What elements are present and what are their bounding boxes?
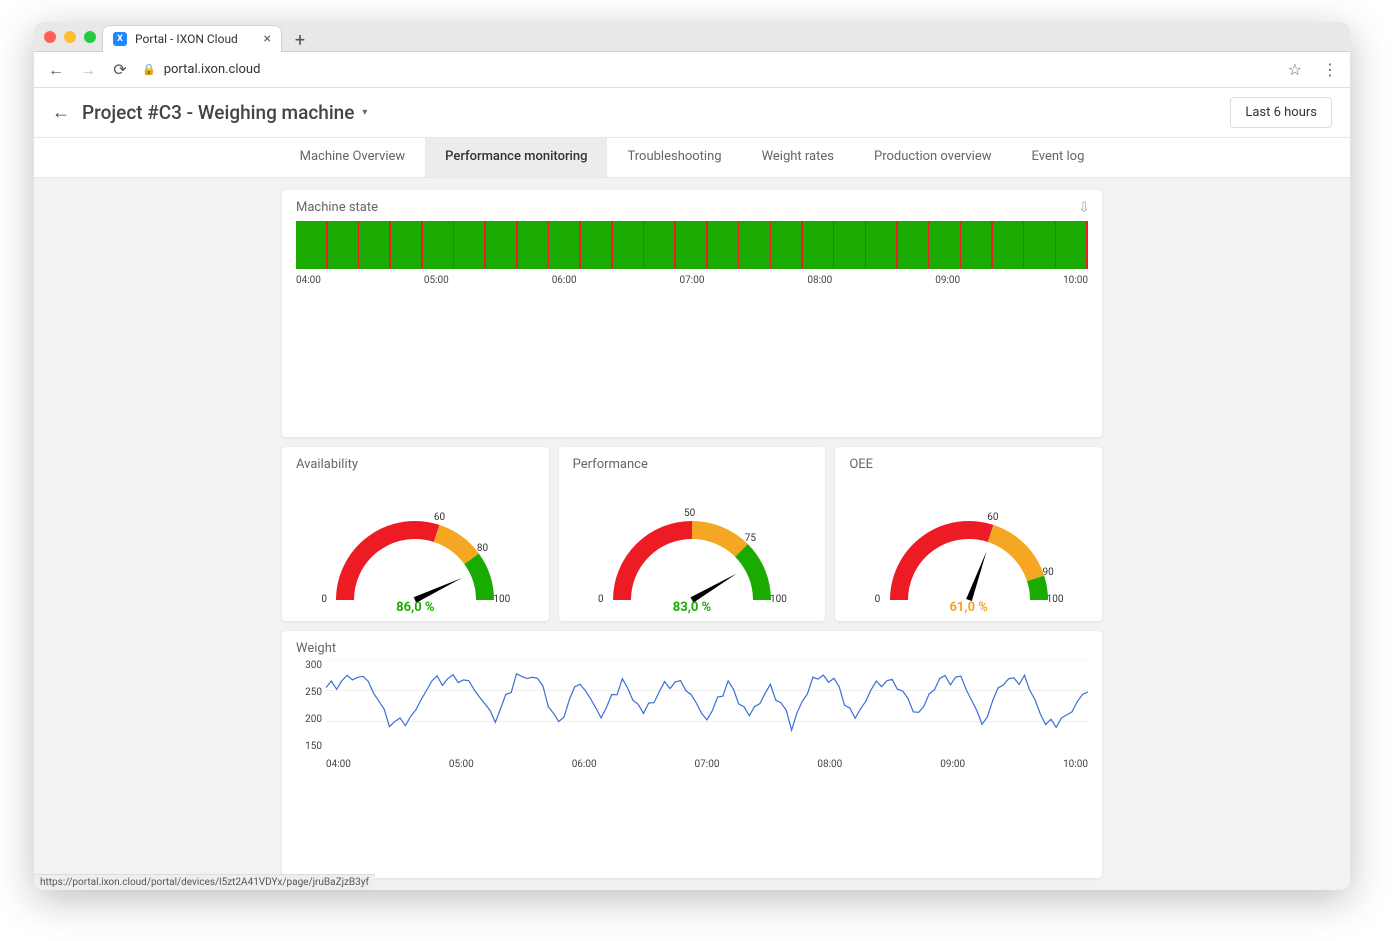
tab-machine-overview[interactable]: Machine Overview bbox=[280, 138, 426, 177]
card-title: Availability bbox=[296, 457, 358, 472]
machine-state-card: Machine state ⇩ 04:0005:0006:0007:0008:0… bbox=[282, 190, 1102, 437]
weight-chart-card: Weight 300250200150 04:0005:0006:0007:00… bbox=[282, 631, 1102, 878]
card-title: Weight bbox=[296, 641, 1088, 656]
app-header: ← Project #C3 - Weighing machine ▾ Last … bbox=[34, 88, 1350, 138]
gauge-value: 86,0 % bbox=[396, 600, 434, 615]
weight-line-plot bbox=[326, 660, 1088, 752]
close-tab-button[interactable]: × bbox=[264, 31, 271, 47]
back-icon[interactable]: ← bbox=[46, 60, 66, 80]
browser-window: X Portal - IXON Cloud × + ← → ⟳ 🔒 portal… bbox=[34, 22, 1350, 890]
weight-chart-area: 300250200150 04:0005:0006:0007:0008:0009… bbox=[296, 660, 1088, 770]
window-controls bbox=[44, 31, 96, 43]
app-back-button[interactable]: ← bbox=[52, 102, 70, 123]
card-title: Machine state bbox=[296, 200, 1088, 215]
browser-tab-strip: X Portal - IXON Cloud × + bbox=[102, 25, 312, 52]
favicon-icon: X bbox=[113, 32, 127, 46]
bookmark-icon[interactable]: ☆ bbox=[1288, 60, 1302, 79]
gauge-value: 61,0 % bbox=[949, 600, 987, 615]
chevron-down-icon: ▾ bbox=[362, 107, 367, 118]
time-range-button[interactable]: Last 6 hours bbox=[1230, 97, 1332, 128]
reload-icon[interactable]: ⟳ bbox=[110, 60, 130, 79]
address-bar-row: ← → ⟳ 🔒 portal.ixon.cloud ☆ ⋮ bbox=[34, 52, 1350, 88]
availability-gauge-card: Availability0608010086,0 % bbox=[282, 447, 549, 621]
close-window-button[interactable] bbox=[44, 31, 56, 43]
download-icon[interactable]: ⇩ bbox=[1078, 200, 1090, 216]
app-content: ← Project #C3 - Weighing machine ▾ Last … bbox=[34, 88, 1350, 890]
page-title[interactable]: Project #C3 - Weighing machine ▾ bbox=[82, 101, 367, 124]
performance-gauge-card: Performance0507510083,0 % bbox=[559, 447, 826, 621]
weight-x-axis: 04:0005:0006:0007:0008:0009:0010:00 bbox=[326, 759, 1088, 770]
status-bar: https://portal.ixon.cloud/portal/devices… bbox=[34, 874, 375, 890]
gauge-value: 83,0 % bbox=[673, 600, 711, 615]
app-tab-bar: Machine OverviewPerformance monitoringTr… bbox=[34, 138, 1350, 178]
card-title: Performance bbox=[573, 457, 648, 472]
address-bar[interactable]: 🔒 portal.ixon.cloud bbox=[142, 58, 1276, 82]
url-text: portal.ixon.cloud bbox=[164, 62, 261, 77]
status-url: https://portal.ixon.cloud/portal/devices… bbox=[40, 877, 369, 888]
tab-troubleshooting[interactable]: Troubleshooting bbox=[607, 138, 741, 177]
page-title-text: Project #C3 - Weighing machine bbox=[82, 101, 354, 124]
lock-icon: 🔒 bbox=[142, 63, 156, 76]
title-bar: X Portal - IXON Cloud × + bbox=[34, 22, 1350, 52]
forward-icon[interactable]: → bbox=[78, 60, 98, 80]
machine-state-strip bbox=[296, 221, 1088, 269]
gauges-row: Availability0608010086,0 % Performance05… bbox=[282, 447, 1102, 621]
tab-weight-rates[interactable]: Weight rates bbox=[742, 138, 854, 177]
maximize-window-button[interactable] bbox=[84, 31, 96, 43]
tab-title: Portal - IXON Cloud bbox=[135, 32, 238, 46]
new-tab-button[interactable]: + bbox=[288, 28, 312, 52]
browser-tab[interactable]: X Portal - IXON Cloud × bbox=[102, 25, 282, 52]
card-title: OEE bbox=[849, 457, 873, 472]
minimize-window-button[interactable] bbox=[64, 31, 76, 43]
tab-production-overview[interactable]: Production overview bbox=[854, 138, 1012, 177]
browser-menu-icon[interactable]: ⋮ bbox=[1322, 60, 1338, 79]
machine-state-time-axis: 04:0005:0006:0007:0008:0009:0010:00 bbox=[296, 275, 1088, 286]
tab-performance-monitoring[interactable]: Performance monitoring bbox=[425, 138, 607, 177]
oee-gauge-card: OEE0609010061,0 % bbox=[835, 447, 1102, 621]
dashboard-content: Machine state ⇩ 04:0005:0006:0007:0008:0… bbox=[34, 178, 1350, 890]
tab-event-log[interactable]: Event log bbox=[1012, 138, 1105, 177]
weight-y-axis: 300250200150 bbox=[296, 660, 322, 752]
